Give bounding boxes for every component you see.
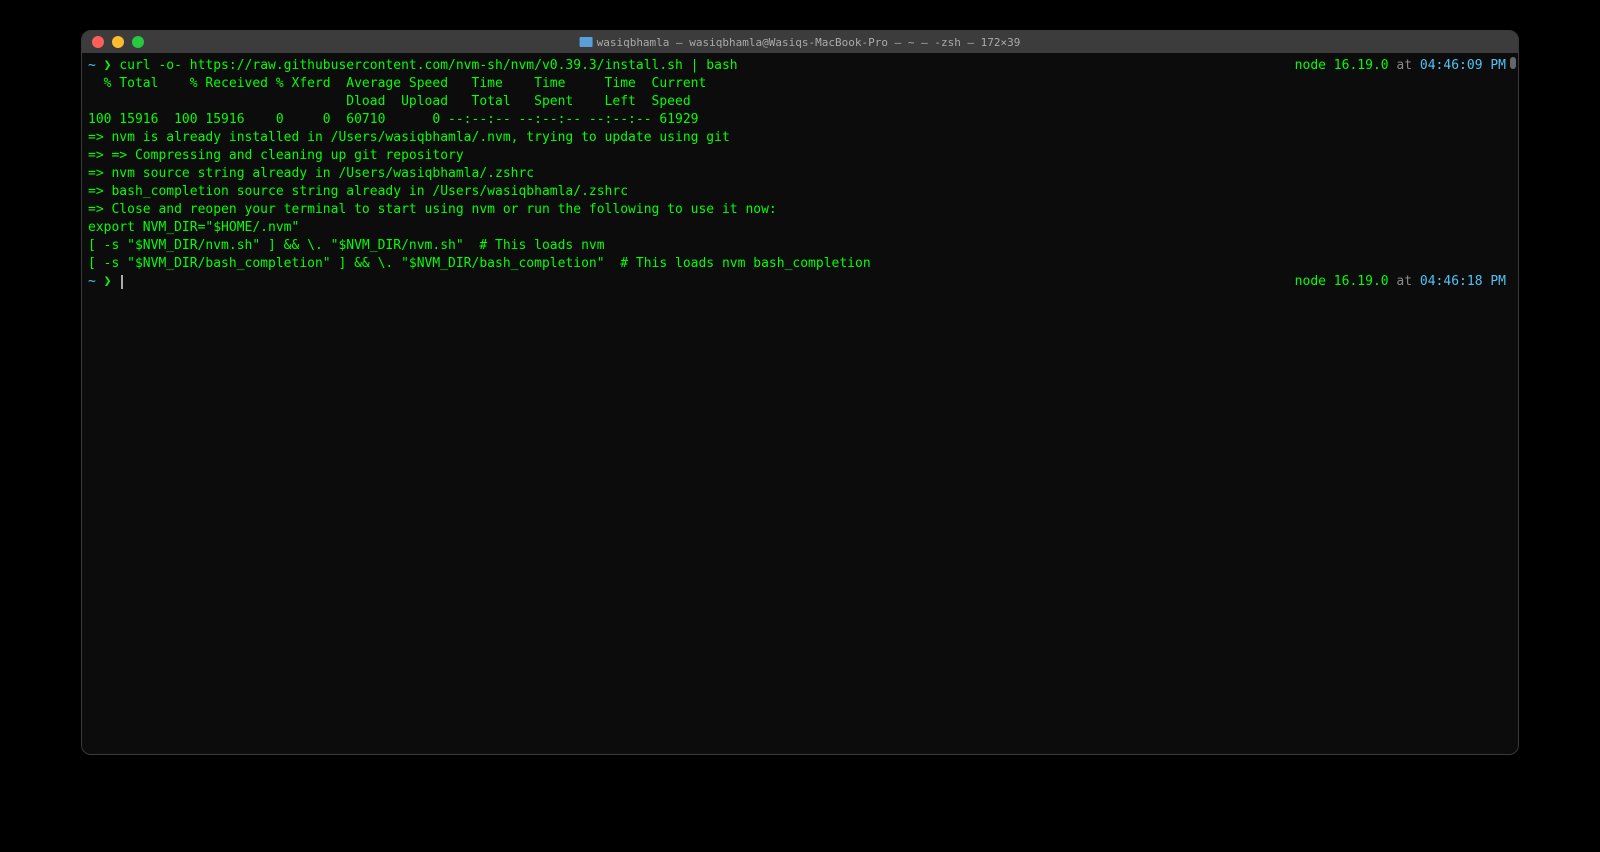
scroll-indicator[interactable] [1510, 57, 1516, 69]
traffic-lights [92, 36, 144, 48]
output-line: [ -s "$NVM_DIR/bash_completion" ] && \. … [88, 255, 1512, 273]
command-text: curl -o- https://raw.githubusercontent.c… [119, 58, 737, 73]
output-line: % Total % Received % Xferd Average Speed… [88, 75, 1512, 93]
window-title: wasiqbhamla — wasiqbhamla@Wasiqs-MacBook… [580, 36, 1021, 49]
prompt-chevron: ❯ [96, 58, 119, 73]
output-line: => => Compressing and cleaning up git re… [88, 147, 1512, 165]
node-version: node 16.19.0 [1295, 274, 1389, 289]
timestamp: 04:46:09 PM [1420, 58, 1506, 73]
output-line: Dload Upload Total Spent Left Speed [88, 93, 1512, 111]
output-line: => nvm is already installed in /Users/wa… [88, 129, 1512, 147]
folder-icon [580, 37, 593, 47]
minimize-button[interactable] [112, 36, 124, 48]
maximize-button[interactable] [132, 36, 144, 48]
prompt-tilde: ~ [88, 58, 96, 73]
prompt-chevron: ❯ [96, 274, 119, 289]
window-title-text: wasiqbhamla — wasiqbhamla@Wasiqs-MacBook… [597, 36, 1021, 49]
output-line: => nvm source string already in /Users/w… [88, 165, 1512, 183]
cursor-icon [121, 275, 123, 289]
output-line: => bash_completion source string already… [88, 183, 1512, 201]
close-button[interactable] [92, 36, 104, 48]
timestamp: 04:46:18 PM [1420, 274, 1506, 289]
output-line: 100 15916 100 15916 0 0 60710 0 --:--:--… [88, 111, 1512, 129]
prompt-line-1: ~ ❯ curl -o- https://raw.githubuserconte… [88, 57, 1512, 75]
terminal-window: wasiqbhamla — wasiqbhamla@Wasiqs-MacBook… [81, 30, 1519, 755]
prompt-tilde: ~ [88, 274, 96, 289]
terminal-body[interactable]: ~ ❯ curl -o- https://raw.githubuserconte… [82, 53, 1518, 754]
output-line: [ -s "$NVM_DIR/nvm.sh" ] && \. "$NVM_DIR… [88, 237, 1512, 255]
prompt-line-2[interactable]: ~ ❯ node 16.19.0 at 04:46:18 PM [88, 273, 1512, 291]
output-line: export NVM_DIR="$HOME/.nvm" [88, 219, 1512, 237]
node-version: node 16.19.0 [1295, 58, 1389, 73]
right-prompt-1: node 16.19.0 at 04:46:09 PM [1295, 57, 1512, 75]
title-bar[interactable]: wasiqbhamla — wasiqbhamla@Wasiqs-MacBook… [82, 31, 1518, 53]
output-line: => Close and reopen your terminal to sta… [88, 201, 1512, 219]
at-word: at [1389, 58, 1420, 73]
at-word: at [1389, 274, 1420, 289]
right-prompt-2: node 16.19.0 at 04:46:18 PM [1295, 273, 1512, 291]
